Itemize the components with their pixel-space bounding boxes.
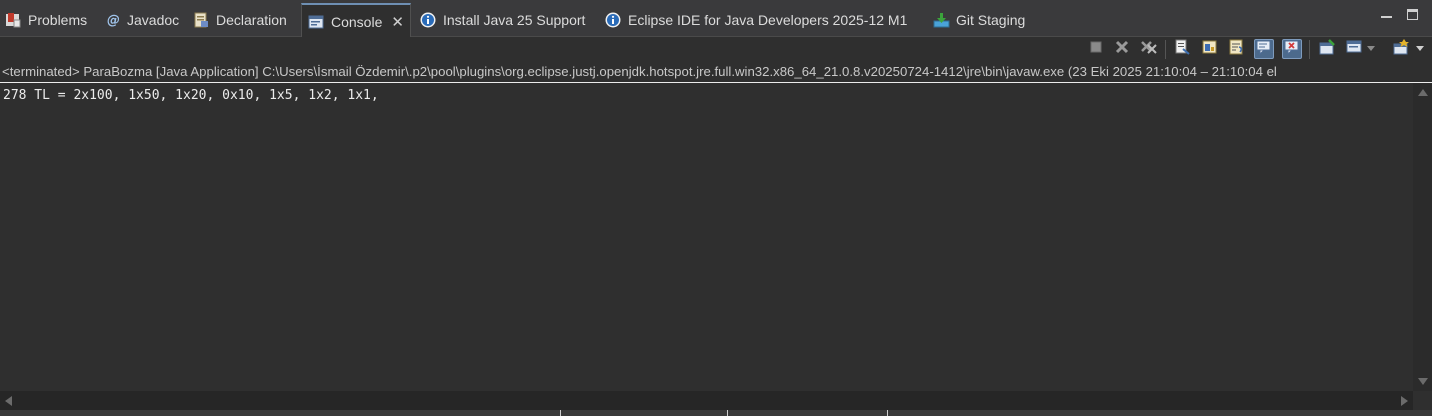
console-output[interactable]: 278 TL = 2x100, 1x50, 1x20, 0x10, 1x5, 1…: [0, 83, 1413, 391]
remove-all-terminated-button[interactable]: [1139, 39, 1159, 59]
remove-all-terminated-icon: [1140, 39, 1158, 60]
scroll-lock-button[interactable]: [1200, 39, 1220, 59]
status-bar: [0, 410, 1432, 416]
remove-launch-icon: [1114, 39, 1130, 60]
tab-label: Problems: [28, 11, 88, 28]
tab-label: Console: [331, 13, 383, 30]
open-console-button[interactable]: [1391, 38, 1411, 60]
show-on-stdout-button[interactable]: [1254, 39, 1274, 59]
tab-label: Install Java 25 Support: [443, 11, 586, 28]
console-icon: [308, 14, 324, 30]
toolbar-separator: [1165, 40, 1166, 59]
info-icon: [420, 12, 436, 28]
git-staging-icon: [933, 12, 950, 28]
pin-console-button[interactable]: [1317, 38, 1337, 60]
clear-console-icon: [1174, 39, 1190, 60]
remove-launch-button[interactable]: [1112, 39, 1132, 59]
show-on-stderr-icon: [1284, 39, 1300, 60]
svg-text:@: @: [107, 13, 120, 28]
vertical-scrollbar[interactable]: [1413, 83, 1432, 391]
tab-label: Eclipse IDE for Java Developers 2025-12 …: [628, 11, 908, 28]
terminate-button[interactable]: [1086, 39, 1106, 59]
javadoc-icon: @: [106, 12, 120, 28]
scroll-left-icon[interactable]: [5, 396, 12, 406]
maximize-icon[interactable]: [1407, 9, 1418, 20]
word-wrap-button[interactable]: [1227, 39, 1247, 59]
display-selected-console-dropdown[interactable]: [1364, 39, 1378, 59]
scrollbar-corner: [1413, 391, 1432, 410]
display-selected-console-button[interactable]: [1344, 39, 1364, 59]
tab-javadoc[interactable]: @ Javadoc: [106, 4, 179, 35]
minimize-icon[interactable]: [1381, 11, 1392, 18]
chevron-down-icon: [1415, 40, 1425, 58]
close-icon[interactable]: ✕: [391, 13, 404, 31]
info-icon: [605, 12, 621, 28]
horizontal-scrollbar[interactable]: [0, 391, 1413, 410]
display-selected-console-icon: [1346, 39, 1362, 60]
declaration-icon: [193, 12, 209, 28]
scroll-down-icon[interactable]: [1418, 378, 1428, 385]
chevron-down-icon: [1366, 40, 1376, 58]
terminate-icon: [1089, 40, 1103, 59]
tab-label: Javadoc: [127, 11, 180, 28]
tab-problems[interactable]: Problems: [5, 4, 87, 35]
view-tab-bar: Problems @ Javadoc Declaration Console ✕…: [0, 0, 1432, 38]
clear-console-button[interactable]: [1172, 39, 1192, 59]
pin-console-icon: [1319, 38, 1335, 60]
tab-install-java-25-support[interactable]: Install Java 25 Support: [420, 4, 585, 35]
open-console-dropdown[interactable]: [1413, 39, 1427, 59]
open-console-icon: [1393, 38, 1409, 60]
scroll-right-icon[interactable]: [1401, 396, 1408, 406]
show-on-stdout-icon: [1256, 39, 1272, 60]
show-on-stderr-button[interactable]: [1282, 39, 1302, 59]
problems-icon: [5, 12, 21, 28]
toolbar-separator: [1309, 40, 1310, 59]
view-window-controls: [1381, 9, 1418, 20]
word-wrap-icon: [1229, 39, 1245, 60]
tab-git-staging[interactable]: Git Staging: [933, 4, 1025, 35]
scroll-up-icon[interactable]: [1418, 89, 1428, 96]
tab-label: Declaration: [216, 11, 287, 28]
console-process-description: <terminated> ParaBozma [Java Application…: [0, 62, 1432, 83]
tab-declaration[interactable]: Declaration: [193, 4, 287, 35]
console-toolbar: [0, 37, 1432, 62]
tab-eclipse-ide-news[interactable]: Eclipse IDE for Java Developers 2025-12 …: [605, 4, 907, 35]
tab-label: Git Staging: [956, 11, 1026, 28]
tab-console[interactable]: Console ✕: [301, 3, 411, 38]
scroll-lock-icon: [1202, 39, 1218, 60]
